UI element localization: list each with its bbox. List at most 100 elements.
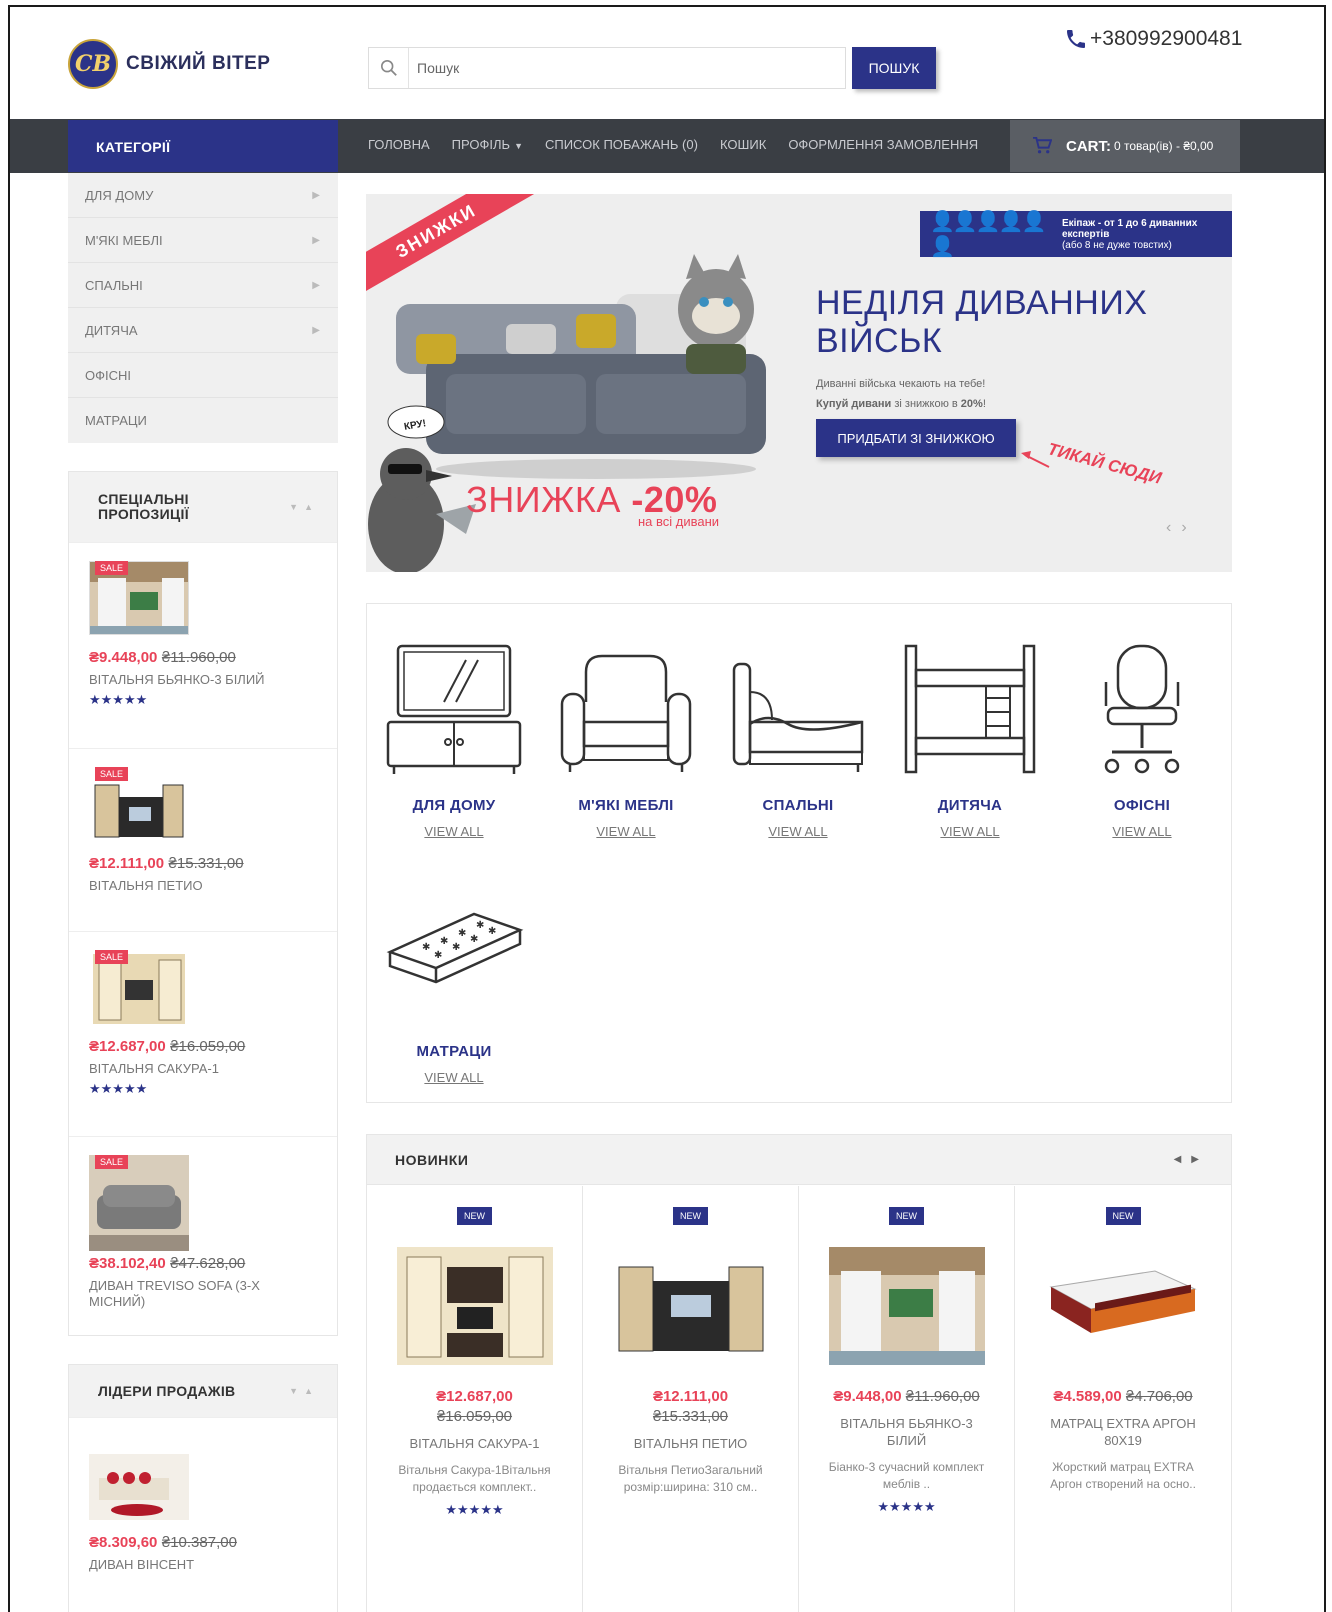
category-label: М'ЯКІ МЕБЛІ: [85, 232, 163, 248]
category-name: ДИТЯЧА: [937, 797, 1003, 814]
crew-badge: 👤👤👤👤👤👤 Екіпаж - от 1 до 6 диванних експе…: [920, 211, 1232, 258]
logo-emblem: СВ: [68, 39, 118, 89]
category-item-kids[interactable]: ДИТЯЧА ▶: [68, 308, 338, 353]
svg-text:✱: ✱: [488, 926, 496, 937]
category-item-office[interactable]: ОФІСНІ: [68, 353, 338, 398]
crew-small: (або 8 не дуже товстих): [1061, 239, 1172, 251]
product-image[interactable]: [89, 1155, 189, 1251]
chevron-right-icon: ▶: [312, 324, 320, 336]
price-new: ₴12.111,00: [89, 855, 165, 872]
specials-box: СПЕЦІАЛЬНІ ПРОПОЗИЦІЇ ▼▲ SALE ₴9.448,00 ₴…: [68, 471, 338, 1336]
nav-profile[interactable]: ПРОФІЛЬ ▼: [452, 137, 523, 152]
nav-checkout[interactable]: ОФОРМЛЕННЯ ЗАМОВЛЕННЯ: [788, 137, 978, 152]
category-item-upholstered[interactable]: М'ЯКІ МЕБЛІ ▶: [68, 218, 338, 263]
product-image[interactable]: [612, 1247, 769, 1365]
caret-right-icon[interactable]: ▶: [1191, 1154, 1209, 1165]
category-item-bedrooms[interactable]: СПАЛЬНІ ▶: [68, 263, 338, 308]
buy-discount-button[interactable]: ПРИДБАТИ ЗІ ЗНИЖКОЮ: [816, 419, 1016, 457]
phone-text: +380992900481: [1090, 27, 1243, 50]
product-name[interactable]: ВІТАЛЬНЯ САКУРА-1: [390, 1435, 560, 1452]
search-button[interactable]: ПОШУК: [852, 47, 936, 89]
chevron-left-icon[interactable]: ‹: [1166, 519, 1181, 536]
search-icon: [369, 48, 409, 88]
phone-icon: [1067, 30, 1085, 48]
category-card-office[interactable]: ОФІСНІ VIEW ALL: [1057, 642, 1227, 839]
cart-label: CART:: [1066, 137, 1111, 155]
special-item[interactable]: SALE ₴38.102,40 ₴47.628,00 ДИВАН TREVISO…: [69, 1136, 337, 1336]
category-card-home[interactable]: ДЛЯ ДОМУ VIEW ALL: [369, 642, 539, 839]
view-all-link[interactable]: VIEW ALL: [885, 824, 1055, 839]
carousel-arrows: ◀▶: [1174, 1154, 1209, 1165]
price-new: ₴12.111,00: [652, 1388, 729, 1405]
brand-name: СВІЖИЙ ВІТЕР: [126, 53, 271, 74]
new-badge: NEW: [889, 1207, 924, 1225]
nav-home[interactable]: ГОЛОВНА: [368, 137, 430, 152]
category-item-mattresses[interactable]: МАТРАЦИ: [68, 398, 338, 443]
caret-left-icon[interactable]: ◀: [1174, 1154, 1192, 1165]
product-card[interactable]: NEW ₴9.448,00 ₴11.960,00 ВІТАЛЬНЯ БЬЯНКО…: [799, 1186, 1015, 1612]
product-name[interactable]: МАТРАЦ EXTRA АРГОН 80X19: [1038, 1415, 1208, 1449]
site-logo[interactable]: СВ СВІЖИЙ ВІТЕР: [68, 39, 270, 89]
product-card[interactable]: NEW ₴12.687,00 ₴16.059,00 ВІТАЛЬНЯ САКУРА…: [367, 1186, 583, 1612]
product-name[interactable]: ВІТАЛЬНЯ ПЕТИО: [606, 1435, 776, 1452]
category-name: ДЛЯ ДОМУ: [412, 797, 496, 814]
category-card-upholstered[interactable]: М'ЯКІ МЕБЛІ VIEW ALL: [541, 642, 711, 839]
view-all-link[interactable]: VIEW ALL: [541, 824, 711, 839]
product-name[interactable]: ДИВАН ВІНСЕНТ: [89, 1557, 289, 1573]
cart-icon: [1033, 137, 1052, 154]
special-item[interactable]: SALE ₴12.687,00 ₴16.059,00 ВІТАЛЬНЯ САКУ…: [69, 931, 337, 1136]
nav-cart[interactable]: КОШИК: [720, 137, 766, 152]
carousel-arrows-icon[interactable]: ▼▲: [289, 1386, 319, 1396]
view-all-link[interactable]: VIEW ALL: [1057, 824, 1227, 839]
bestseller-item[interactable]: ₴8.309,60 ₴10.387,00 ДИВАН ВІНСЕНТ: [69, 1417, 337, 1573]
category-item-home[interactable]: ДЛЯ ДОМУ ▶: [68, 173, 338, 218]
carousel-arrows-icon[interactable]: ▼▲: [289, 502, 319, 512]
category-name: М'ЯКІ МЕБЛІ: [578, 797, 674, 814]
category-name: ОФІСНІ: [1113, 797, 1171, 814]
price-old: ₴11.960,00: [905, 1388, 980, 1405]
product-description: Жорсткий матрац EXTRA Аргон створений на…: [1050, 1460, 1196, 1491]
price-new: ₴4.589,00: [1053, 1388, 1122, 1405]
svg-text:✱: ✱: [452, 942, 460, 953]
special-item[interactable]: SALE ₴9.448,00 ₴11.960,00 ВІТАЛЬНЯ БЬЯНК…: [69, 542, 337, 748]
view-all-link[interactable]: VIEW ALL: [369, 824, 539, 839]
product-card[interactable]: NEW ₴12.111,00 ₴15.331,00 ВІТАЛЬНЯ ПЕТИО …: [583, 1186, 799, 1612]
banner-title: НЕДІЛЯ ДИВАННИХ ВІЙСЬК: [816, 284, 1148, 360]
product-image[interactable]: [396, 1247, 553, 1365]
category-card-mattresses[interactable]: ✱ ✱ ✱ ✱ ✱ ✱ ✱ ✱ МАТРАЦИ VIEW ALL: [369, 904, 539, 1085]
category-card-kids[interactable]: ДИТЯЧА VIEW ALL: [885, 642, 1055, 839]
search-box: [368, 47, 846, 89]
category-card-bedrooms[interactable]: СПАЛЬНІ VIEW ALL: [713, 642, 883, 839]
categories-header[interactable]: КАТЕГОРІЇ: [68, 120, 338, 172]
cart-summary[interactable]: CART: 0 товар(ів) - ₴0,00: [1010, 120, 1240, 172]
promo-banner[interactable]: КРУ! ЗНИЖКИ 👤👤👤👤👤👤 Екіпаж - от 1 до 6 ди…: [366, 194, 1232, 572]
cart-value: 0 товар(ів) - ₴0,00: [1114, 139, 1214, 153]
product-card[interactable]: NEW ₴4.589,00 ₴4.706,00 МАТРАЦ EXTRA АРГ…: [1015, 1186, 1231, 1612]
special-item[interactable]: SALE ₴12.111,00 ₴15.331,00 ВІТАЛЬНЯ ПЕТИ…: [69, 748, 337, 931]
view-all-link[interactable]: VIEW ALL: [713, 824, 883, 839]
chevron-right-icon[interactable]: ›: [1181, 519, 1196, 536]
product-name[interactable]: ВІТАЛЬНЯ БЬЯНКО-3 БІЛИЙ: [822, 1415, 992, 1449]
sale-badge: SALE: [95, 767, 129, 781]
product-name[interactable]: ВІТАЛЬНЯ БЬЯНКО-3 БІЛИЙ: [89, 672, 289, 688]
category-label: ДЛЯ ДОМУ: [85, 187, 154, 203]
product-name[interactable]: ВІТАЛЬНЯ ПЕТИО: [89, 878, 289, 894]
nav-wishlist[interactable]: СПИСОК ПОБАЖАНЬ (0): [545, 137, 698, 152]
search-input[interactable]: [417, 60, 837, 76]
product-name[interactable]: ДИВАН TREVISO SOFA (3-Х МІСНИЙ): [89, 1278, 289, 1310]
chevron-right-icon: ▶: [312, 279, 320, 291]
product-image[interactable]: [828, 1247, 985, 1365]
product-name[interactable]: ВІТАЛЬНЯ САКУРА-1: [89, 1061, 289, 1077]
view-all-link[interactable]: VIEW ALL: [369, 1070, 539, 1085]
category-label: ДИТЯЧА: [85, 322, 138, 338]
svg-text:✱: ✱: [434, 950, 442, 961]
product-image[interactable]: [89, 1454, 189, 1520]
product-image[interactable]: [1045, 1247, 1201, 1365]
product-description: Вітальня ПетиоЗагальний розмір:ширина: 3…: [618, 1463, 763, 1494]
phone-number[interactable]: +380992900481: [1064, 27, 1242, 51]
new-badge: NEW: [457, 1207, 492, 1225]
category-label: ОФІСНІ: [85, 367, 131, 383]
svg-text:✱: ✱: [470, 934, 478, 945]
category-name: СПАЛЬНІ: [762, 797, 834, 814]
price-old: ₴11.960,00: [161, 649, 236, 666]
